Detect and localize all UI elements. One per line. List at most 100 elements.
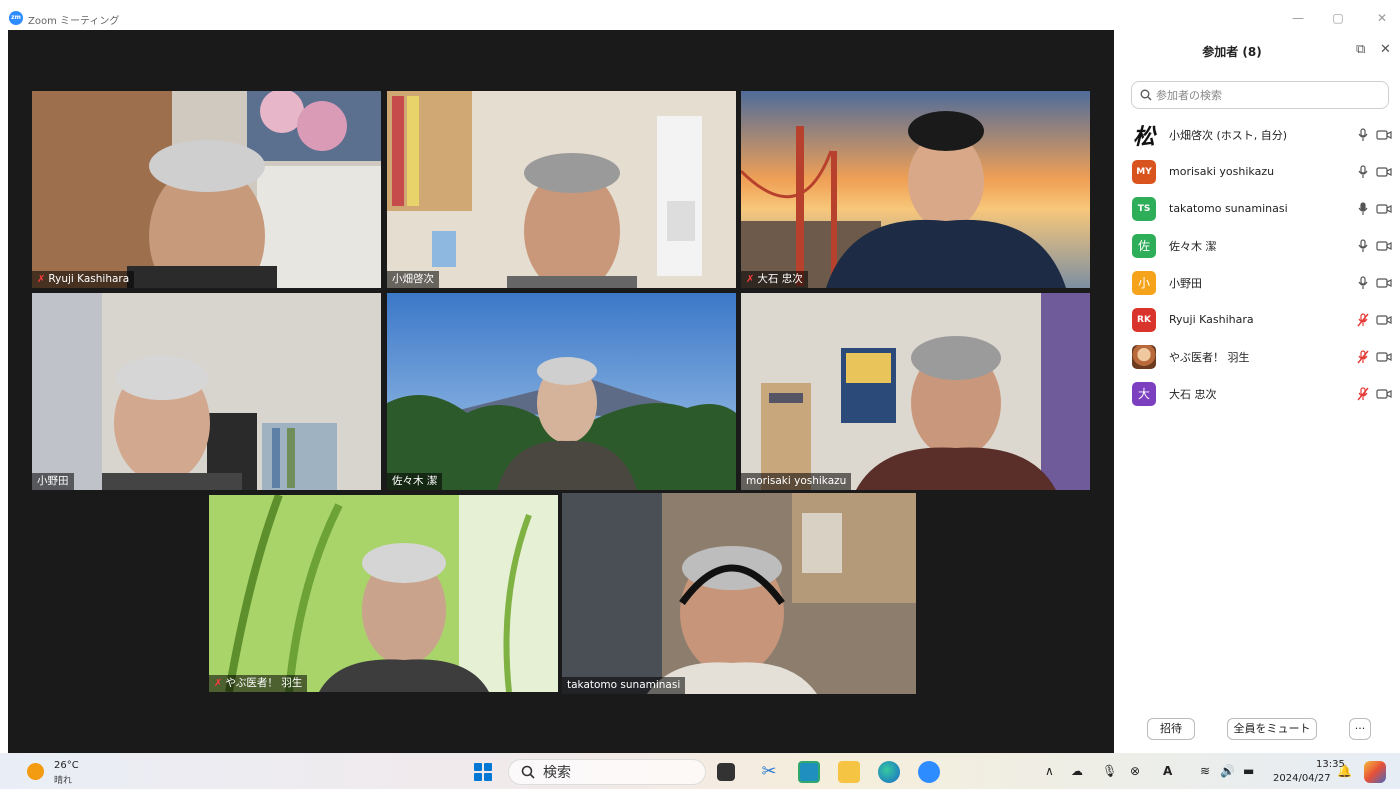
camera-icon[interactable] <box>1376 129 1392 141</box>
mic-muted-icon[interactable] <box>1357 312 1369 327</box>
participant-avatar: 佐 <box>1132 233 1156 258</box>
participant-nametag: 小野田 <box>32 473 74 490</box>
video-tile-morisaki[interactable]: morisaki yoshikazu <box>741 293 1090 490</box>
participant-nametag: ✗ やぶ医者！ 羽生 <box>209 675 308 692</box>
video-tile-sasaki[interactable]: 佐々木 潔 <box>387 293 736 490</box>
cloud-icon[interactable]: ☁ <box>1071 764 1083 778</box>
close-window-button[interactable]: ✕ <box>1374 10 1390 26</box>
participant-name: 小野田 <box>37 475 69 487</box>
mute-all-button[interactable]: 全員をミュート <box>1227 718 1317 740</box>
video-feed <box>32 91 381 288</box>
camera-icon[interactable] <box>1376 351 1392 363</box>
search-icon <box>1140 89 1152 101</box>
participant-row[interactable]: 小小野田 <box>1132 264 1394 301</box>
video-tile-ryuji-kashihara[interactable]: ✗ Ryuji Kashihara <box>32 91 381 288</box>
video-feed <box>387 293 736 490</box>
video-feed <box>209 495 558 692</box>
file-explorer-icon[interactable] <box>838 761 860 783</box>
copilot-icon[interactable] <box>1364 761 1386 783</box>
camera-icon[interactable] <box>1376 203 1392 215</box>
participant-status-icons <box>1357 312 1392 327</box>
windows-start-icon[interactable] <box>474 763 492 781</box>
popout-icon[interactable]: ⧉ <box>1356 42 1365 57</box>
video-feed <box>387 91 736 288</box>
camera-icon[interactable] <box>1376 314 1392 326</box>
mic-muted-icon[interactable] <box>1357 349 1369 364</box>
taskbar-search-box[interactable]: 検索 <box>508 759 706 785</box>
zoom-app-icon[interactable] <box>918 761 940 783</box>
video-tile-onoda[interactable]: 小野田 <box>32 293 381 490</box>
video-feed <box>562 493 916 694</box>
edge-browser-icon[interactable] <box>878 761 900 783</box>
video-feed <box>741 293 1090 490</box>
participants-panel: 参加者 (8) ⧉ ✕ 参加者の検索 松小畑啓次 (ホスト, 自分) MY mori… <box>1114 30 1400 753</box>
mic-icon[interactable]: 🎙 <box>1102 764 1117 778</box>
video-tile-obata[interactable]: 小畑啓次 <box>387 91 736 288</box>
participant-name: やぶ医者！ 羽生 <box>1169 350 1250 364</box>
panel-title: 参加者 (8) <box>1202 45 1262 59</box>
task-view-icon[interactable] <box>717 763 735 781</box>
mic-icon[interactable] <box>1357 201 1369 216</box>
participant-avatar: RK <box>1132 307 1156 332</box>
participant-status-icons <box>1357 127 1392 142</box>
participant-name: takatomo sunaminasi <box>567 679 681 691</box>
minimize-button[interactable]: — <box>1290 10 1306 26</box>
photos-app-icon[interactable] <box>798 761 820 783</box>
participant-avatar: 大 <box>1132 381 1156 406</box>
search-icon <box>521 765 535 779</box>
mic-icon[interactable] <box>1357 275 1369 290</box>
weather-temperature[interactable]: 26°C <box>54 760 79 771</box>
participant-row[interactable]: TS takatomo sunaminasi <box>1132 190 1394 227</box>
participant-row[interactable]: 大大石 忠次 <box>1132 375 1394 412</box>
participant-row[interactable]: やぶ医者！ 羽生 <box>1132 338 1394 375</box>
restore-button[interactable]: ▢ <box>1330 10 1346 26</box>
sun-icon[interactable] <box>27 763 44 780</box>
participant-row[interactable]: 松小畑啓次 (ホスト, 自分) <box>1132 116 1394 153</box>
video-feed <box>32 293 381 490</box>
participant-name: morisaki yoshikazu <box>1169 165 1275 178</box>
weather-condition[interactable]: 晴れ <box>54 773 72 786</box>
participant-name: 大石 忠次 <box>757 273 803 285</box>
participant-nametag: 小畑啓次 <box>387 271 439 288</box>
battery-icon[interactable]: ▬ <box>1243 764 1254 778</box>
close-icon[interactable]: ✕ <box>1380 42 1391 57</box>
invite-button[interactable]: 招待 <box>1147 718 1195 740</box>
participant-row[interactable]: 佐佐々木 潔 <box>1132 227 1394 264</box>
mic-icon[interactable] <box>1357 164 1369 179</box>
participant-nametag: morisaki yoshikazu <box>741 473 852 490</box>
participant-name: 大石 忠次 <box>1169 387 1217 401</box>
participant-avatar: 小 <box>1132 270 1156 295</box>
mic-muted-icon: ✗ <box>37 274 46 285</box>
participant-name: takatomo sunaminasi <box>1169 202 1288 215</box>
clock-date[interactable]: 2024/04/27 <box>1273 773 1331 784</box>
participant-search-input[interactable]: 参加者の検索 <box>1131 81 1389 109</box>
search-placeholder: 参加者の検索 <box>1156 89 1222 102</box>
participant-row[interactable]: MY morisaki yoshikazu <box>1132 153 1394 190</box>
video-tile-habu[interactable]: ✗ やぶ医者！ 羽生 <box>209 495 558 692</box>
snipping-tool-icon[interactable]: ✂ <box>758 761 780 783</box>
participant-nametag: ✗ 大石 忠次 <box>741 271 808 288</box>
camera-icon[interactable] <box>1376 388 1392 400</box>
camera-icon[interactable] <box>1376 277 1392 289</box>
windows-taskbar: 26°C 晴れ 検索 ✂ ∧ ☁ 🎙 ⊗ A ≋ 🔊 ▬ 13:35 2024/… <box>0 753 1400 789</box>
notification-bell-icon[interactable]: 🔔 <box>1337 764 1352 778</box>
more-options-button[interactable]: ··· <box>1349 718 1371 740</box>
record-icon[interactable]: ⊗ <box>1130 764 1140 778</box>
participant-nametag: ✗ Ryuji Kashihara <box>32 271 135 288</box>
camera-icon[interactable] <box>1376 166 1392 178</box>
participant-list: 松小畑啓次 (ホスト, 自分) MY morisaki yoshikazu TS tak… <box>1132 116 1394 412</box>
wifi-icon[interactable]: ≋ <box>1200 764 1210 778</box>
speaker-icon[interactable]: 🔊 <box>1220 764 1235 778</box>
mic-icon[interactable] <box>1357 127 1369 142</box>
font-icon[interactable]: A <box>1163 764 1172 778</box>
camera-icon[interactable] <box>1376 240 1392 252</box>
chevron-up-icon[interactable]: ∧ <box>1045 764 1054 778</box>
participant-row[interactable]: RK Ryuji Kashihara <box>1132 301 1394 338</box>
video-tile-takatomo[interactable]: takatomo sunaminasi <box>562 493 916 694</box>
mic-muted-icon: ✗ <box>214 678 223 689</box>
mic-icon[interactable] <box>1357 238 1369 253</box>
video-tile-oishi[interactable]: ✗ 大石 忠次 <box>741 91 1090 288</box>
video-gallery: ✗ Ryuji Kashihara 小畑啓次 ✗ 大石 忠次 小野田 佐々木 潔… <box>8 30 1114 753</box>
participant-nametag: takatomo sunaminasi <box>562 677 686 694</box>
mic-muted-icon[interactable] <box>1357 386 1369 401</box>
